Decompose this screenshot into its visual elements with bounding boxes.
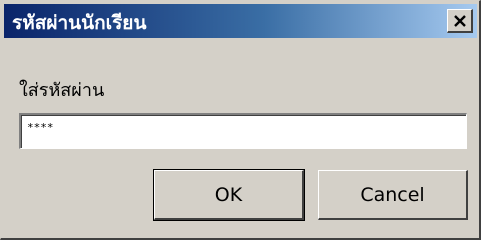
ok-button-label: OK xyxy=(214,183,243,206)
titlebar[interactable]: รหัสผ่านนักเรียน xyxy=(4,4,477,38)
close-button[interactable] xyxy=(447,9,473,33)
cancel-button-label: Cancel xyxy=(360,183,425,206)
password-prompt-label: ใส่รหัสผ่าน xyxy=(19,80,105,101)
window-title: รหัสผ่านนักเรียน xyxy=(12,12,147,34)
password-dialog: รหัสผ่านนักเรียน ใส่รหัสผ่าน **** OK Can… xyxy=(0,0,481,240)
close-icon xyxy=(454,15,466,27)
ok-button[interactable]: OK xyxy=(153,169,305,221)
cancel-button[interactable]: Cancel xyxy=(318,170,468,220)
password-value: **** xyxy=(27,121,54,134)
password-input[interactable]: **** xyxy=(19,113,467,149)
